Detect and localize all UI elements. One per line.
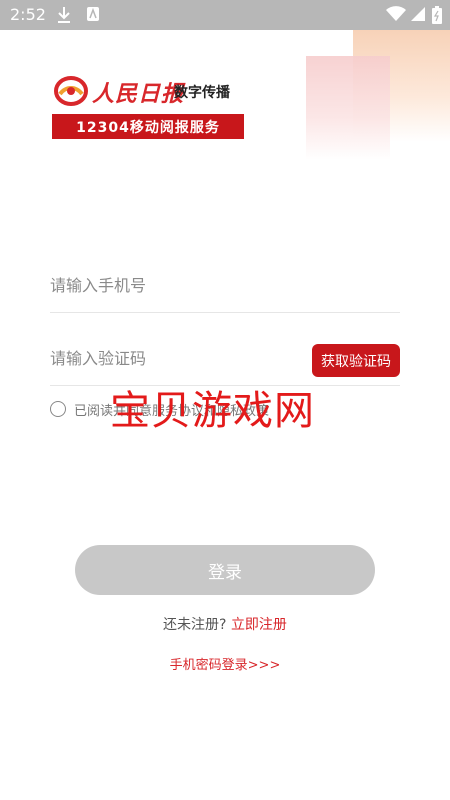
password-login-link[interactable]: 手机密码登录>>> (0, 654, 450, 673)
logo-banner: 12304移动阅报服务 (52, 114, 244, 139)
app-logo: 人民日报 数字传播 12304移动阅报服务 (52, 72, 244, 140)
wifi-icon (386, 6, 406, 26)
register-question: 还未注册? (163, 617, 227, 633)
verification-code-input[interactable] (50, 349, 300, 368)
app-icon (86, 6, 100, 26)
agreement-radio[interactable] (50, 401, 66, 417)
logo-row: 人民日报 数字传播 (52, 72, 244, 112)
phone-input[interactable] (50, 276, 300, 295)
register-row: 还未注册? 立即注册 (0, 614, 450, 634)
login-button[interactable]: 登录 (75, 545, 375, 595)
get-code-button[interactable]: 获取验证码 (312, 344, 400, 377)
decorative-block (306, 56, 390, 160)
battery-icon (432, 6, 442, 28)
status-bar: 2:52 (0, 0, 450, 30)
logo-calligraphy: 人民日报 (92, 81, 185, 107)
emblem-icon (54, 76, 88, 106)
signal-icon (410, 6, 426, 26)
download-icon (56, 6, 72, 28)
phone-field (50, 264, 400, 313)
logo-subtitle: 数字传播 (174, 85, 230, 101)
watermark-text: 宝贝游戏网 (110, 388, 315, 434)
status-time: 2:52 (10, 5, 46, 24)
register-link[interactable]: 立即注册 (231, 617, 287, 633)
